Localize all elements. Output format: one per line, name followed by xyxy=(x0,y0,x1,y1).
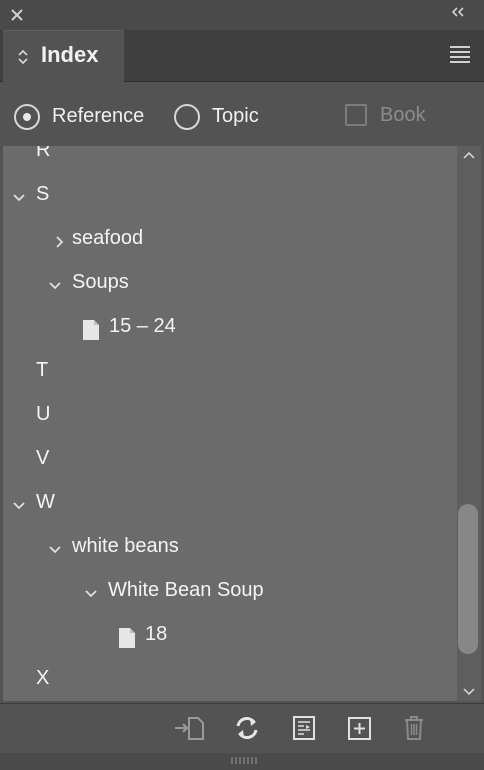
tab-label: Index xyxy=(41,42,99,67)
index-list[interactable]: R S seafood Soups 15 – 24 T U V W white … xyxy=(3,146,457,701)
hamburger-line xyxy=(450,51,470,53)
list-item[interactable]: W xyxy=(3,484,457,528)
view-mode-options: Reference Topic Book xyxy=(0,82,484,146)
list-item[interactable]: seafood xyxy=(3,220,457,264)
go-to-reference-button xyxy=(173,714,204,742)
section-letter: X xyxy=(36,667,50,689)
section-letter: V xyxy=(36,447,50,469)
section-letter: R xyxy=(36,146,51,161)
delete-entry-button xyxy=(400,714,428,742)
grip-icon xyxy=(231,757,257,764)
topic-radio-label[interactable]: Topic xyxy=(212,105,259,128)
close-icon xyxy=(11,9,23,21)
section-letter: T xyxy=(36,359,49,381)
list-item[interactable]: Soups xyxy=(3,264,457,308)
collapse-panel-button[interactable] xyxy=(450,4,470,24)
up-down-arrows-icon xyxy=(18,49,28,65)
list-item[interactable]: T xyxy=(3,352,457,396)
page-reference-icon xyxy=(83,320,99,340)
hamburger-line xyxy=(450,61,470,63)
new-entry-icon xyxy=(348,717,371,740)
topic-label: Soups xyxy=(72,271,129,293)
chevron-down-icon[interactable] xyxy=(12,499,26,513)
section-letter: S xyxy=(36,183,50,205)
tab-index[interactable]: Index xyxy=(3,30,124,82)
new-entry-button[interactable] xyxy=(346,714,374,742)
page-reference: 18 xyxy=(145,623,168,645)
panel-tab-bar: Index xyxy=(0,30,484,82)
list-item[interactable]: 15 – 24 xyxy=(3,308,457,352)
topic-label: White Bean Soup xyxy=(108,579,264,601)
list-item[interactable]: U xyxy=(3,396,457,440)
chevron-down-icon[interactable] xyxy=(48,543,62,557)
list-item[interactable]: R xyxy=(3,146,457,176)
generate-index-button[interactable] xyxy=(290,714,318,742)
page-reference: 15 – 24 xyxy=(109,315,176,337)
go-to-reference-icon xyxy=(175,717,204,740)
generate-index-icon xyxy=(293,716,315,740)
chevron-down-icon[interactable] xyxy=(84,587,98,601)
chevron-down-icon[interactable] xyxy=(12,191,26,205)
panel-menu-button[interactable] xyxy=(450,46,470,64)
topic-radio[interactable] xyxy=(174,104,200,130)
hamburger-line xyxy=(450,56,470,58)
double-chevron-left-icon xyxy=(451,7,464,17)
update-preview-icon xyxy=(236,717,258,739)
list-item[interactable]: V xyxy=(3,440,457,484)
book-checkbox xyxy=(345,104,367,126)
hamburger-line xyxy=(450,46,470,48)
list-scrollbar[interactable] xyxy=(457,146,481,701)
panel-footer-toolbar xyxy=(0,703,484,753)
chevron-down-icon[interactable] xyxy=(48,279,62,293)
topic-label: white beans xyxy=(72,535,179,557)
scroll-down-icon[interactable] xyxy=(461,685,477,699)
close-panel-button[interactable] xyxy=(9,4,29,26)
panel-titlebar xyxy=(0,0,484,30)
reference-radio-label[interactable]: Reference xyxy=(52,105,144,128)
list-item[interactable]: white beans xyxy=(3,528,457,572)
scrollbar-thumb[interactable] xyxy=(458,504,478,654)
list-item[interactable]: S xyxy=(3,176,457,220)
list-item[interactable]: 18 xyxy=(3,616,457,660)
chevron-right-icon[interactable] xyxy=(53,235,67,249)
panel-resize-grip[interactable] xyxy=(0,753,484,770)
reference-radio[interactable] xyxy=(14,104,40,130)
scroll-up-icon[interactable] xyxy=(461,148,477,162)
book-checkbox-label: Book xyxy=(380,104,426,126)
section-letter: U xyxy=(36,403,51,425)
list-item[interactable]: X xyxy=(3,660,457,701)
list-item[interactable]: White Bean Soup xyxy=(3,572,457,616)
trash-icon xyxy=(405,716,423,740)
topic-label: seafood xyxy=(72,227,144,249)
update-preview-button[interactable] xyxy=(233,714,261,742)
page-reference-icon xyxy=(119,628,135,648)
section-letter: W xyxy=(36,491,55,513)
